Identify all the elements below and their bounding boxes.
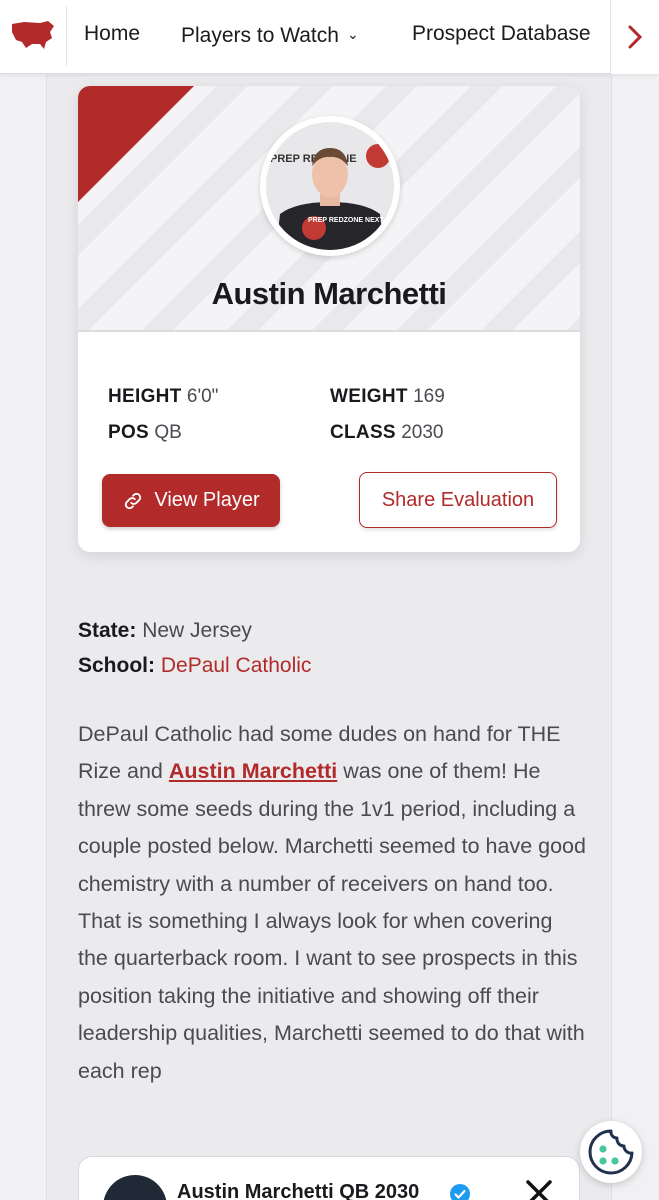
state-label: State: (78, 619, 137, 642)
weight-label: WEIGHT (330, 386, 408, 407)
cookie-icon (588, 1129, 634, 1175)
nav-players-to-watch[interactable]: Players to Watch ⌄ (181, 20, 359, 50)
nav-divider (66, 6, 67, 66)
view-player-button[interactable]: View Player (102, 474, 280, 527)
player-card-header: PREP REDZONE PREP REDZONE NEXT Austin Ma… (78, 86, 580, 332)
height-label: HEIGHT (108, 386, 182, 407)
nav-prospect-database[interactable]: Prospect Database (412, 20, 591, 48)
x-post-embed[interactable]: Austin Marchetti QB 2030 (78, 1156, 580, 1200)
stat-weight: WEIGHT 169 (330, 386, 445, 408)
card-corner-accent (78, 86, 194, 202)
verified-badge-icon (450, 1184, 470, 1200)
school-link[interactable]: DePaul Catholic (161, 654, 312, 677)
embed-title: Austin Marchetti QB 2030 (177, 1181, 420, 1200)
share-evaluation-button[interactable]: Share Evaluation (359, 472, 557, 528)
link-icon (125, 492, 142, 509)
player-name-link[interactable]: Austin Marchetti (169, 759, 337, 783)
class-label: CLASS (330, 422, 396, 443)
nav-players-to-watch-label: Players to Watch (181, 24, 339, 47)
player-avatar[interactable]: PREP REDZONE PREP REDZONE NEXT (260, 116, 400, 256)
stat-position: POS QB (108, 422, 182, 444)
embed-avatar (103, 1175, 167, 1200)
player-name: Austin Marchetti (211, 276, 447, 311)
height-value: 6'0" (186, 386, 219, 407)
state-line: State: New Jersey (78, 619, 252, 643)
stat-class: CLASS 2030 (330, 422, 443, 444)
nav-scroll-right-button[interactable] (610, 0, 659, 74)
x-logo-icon[interactable] (525, 1179, 553, 1200)
view-player-label: View Player (154, 489, 260, 511)
stat-height: HEIGHT 6'0" (108, 386, 218, 408)
article-text-rest: was one of them! He threw some seeds dur… (78, 759, 586, 1083)
position-label: POS (108, 422, 150, 443)
article-paragraph: DePaul Catholic had some dudes on hand f… (78, 716, 588, 1090)
nav-home[interactable]: Home (84, 20, 140, 48)
cookie-settings-button[interactable] (580, 1121, 642, 1183)
player-card: PREP REDZONE PREP REDZONE NEXT Austin Ma… (78, 86, 580, 552)
position-value: QB (154, 422, 182, 443)
shirt-logo-text: PREP REDZONE NEXT (308, 217, 384, 224)
school-line: School: DePaul Catholic (78, 654, 311, 678)
class-value: 2030 (401, 422, 444, 443)
weight-value: 169 (413, 386, 445, 407)
chevron-down-icon: ⌄ (346, 26, 359, 42)
usa-map-icon[interactable] (10, 18, 56, 52)
school-label: School: (78, 654, 155, 677)
player-photo: PREP REDZONE PREP REDZONE NEXT (266, 122, 394, 250)
state-value: New Jersey (142, 619, 252, 642)
top-nav: Home Players to Watch ⌄ Prospect Database (0, 0, 659, 74)
chevron-right-icon (628, 25, 643, 49)
